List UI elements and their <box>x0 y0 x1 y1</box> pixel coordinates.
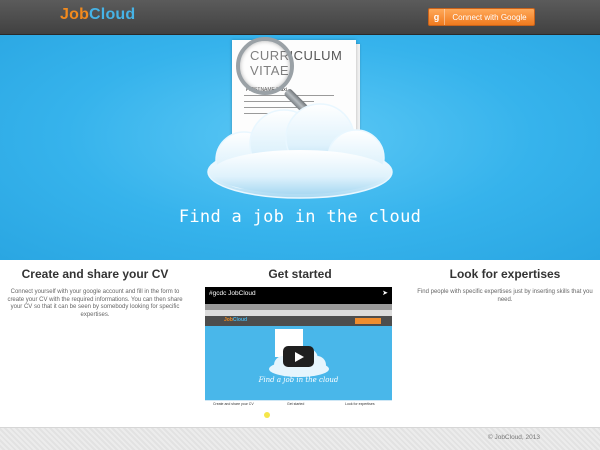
create-share-cv-text: Connect yourself with your google accoun… <box>7 289 183 318</box>
thumb-google-button <box>355 318 381 324</box>
thumb-logo-job: Job <box>224 317 233 323</box>
create-share-cv-title: Create and share your CV <box>21 267 169 281</box>
look-for-expertises-title: Look for expertises <box>449 267 561 281</box>
look-for-expertises-text: Find people with specific expertises jus… <box>417 289 593 303</box>
play-icon <box>295 351 304 362</box>
magnifying-glass-icon <box>236 37 294 95</box>
cloud-icon <box>207 103 393 199</box>
jobcloud-logo[interactable]: JobCloud <box>60 6 135 24</box>
thumb-cursor-highlight <box>264 412 270 418</box>
google-plus-icon: g <box>429 9 445 25</box>
logo-job-text: Job <box>60 6 90 23</box>
thumb-col3-title: Look for expertises <box>345 402 375 406</box>
thumb-logo-cloud: Cloud <box>232 317 248 323</box>
logo-cloud-text: Cloud <box>89 6 136 23</box>
thumb-tagline: Find a job in the cloud <box>258 376 339 384</box>
video-player[interactable]: #gcdc JobCloud ➤ JobCloud Find a job in … <box>205 287 392 426</box>
top-header: JobCloud g Connect with Google <box>0 0 600 35</box>
connect-with-google-button[interactable]: g Connect with Google <box>428 8 535 26</box>
connect-button-label: Connect with Google <box>452 12 527 22</box>
thumb-logo: JobCloud <box>224 317 247 323</box>
hero-tagline: Find a job in the cloud <box>178 207 422 227</box>
footer: © JobCloud, 2013 <box>0 427 600 450</box>
video-title[interactable]: #gcdc JobCloud <box>209 290 256 297</box>
play-button[interactable] <box>283 346 314 367</box>
get-started-title: Get started <box>268 267 332 281</box>
page: JobCloud g Connect with Google CURRICULU… <box>0 0 600 450</box>
thumb-col2-title: Get started <box>287 402 305 406</box>
copyright-text: © JobCloud, 2013 <box>487 434 540 441</box>
hero-banner: CURRICULUM VITAE FIRSTNAME Maxi... Find … <box>0 35 600 260</box>
share-icon[interactable]: ➤ <box>382 289 388 297</box>
thumb-col1-title: Create and share your CV <box>213 402 254 406</box>
